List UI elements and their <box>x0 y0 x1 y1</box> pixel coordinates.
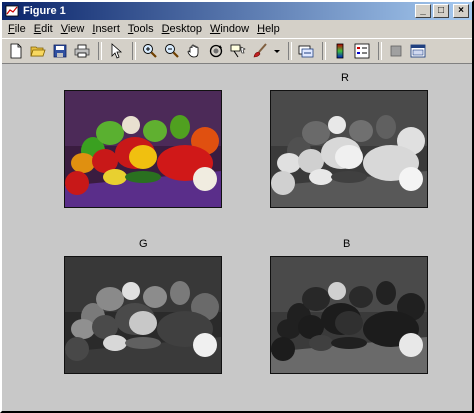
legend-button[interactable] <box>352 41 372 61</box>
select-arrow-icon <box>111 43 123 59</box>
menu-file[interactable]: File <box>4 23 30 35</box>
peppers-rgb-image <box>65 91 221 207</box>
data-cursor-button[interactable] <box>228 41 248 61</box>
menu-window[interactable]: Window <box>206 23 253 35</box>
brush-dropdown-button[interactable] <box>272 41 282 61</box>
print-button[interactable] <box>72 41 92 61</box>
toolbar-separator <box>378 42 382 60</box>
close-button[interactable]: × <box>453 4 469 18</box>
toolbar-separator <box>288 42 292 60</box>
menu-help[interactable]: Help <box>253 23 284 35</box>
save-icon <box>53 44 67 58</box>
menu-insert[interactable]: Insert <box>88 23 124 35</box>
subplot-rgb-image[interactable] <box>64 90 222 208</box>
subplot-b-title: B <box>343 238 351 250</box>
figure-toolbar <box>2 38 472 64</box>
figure-canvas[interactable]: R G B <box>2 64 472 411</box>
new-figure-icon <box>10 43 22 59</box>
save-button[interactable] <box>50 41 70 61</box>
minimize-button[interactable]: _ <box>415 4 431 18</box>
link-plot-button[interactable] <box>296 41 316 61</box>
colorbar-button[interactable] <box>330 41 350 61</box>
colorbar-icon <box>336 43 344 59</box>
title-bar[interactable]: Figure 1 _ □ × <box>2 2 472 20</box>
zoom-out-icon <box>165 44 179 58</box>
hide-plot-tools-button[interactable] <box>386 41 406 61</box>
pan-button[interactable] <box>184 41 204 61</box>
subplot-r-image[interactable] <box>270 90 428 208</box>
menu-edit[interactable]: Edit <box>30 23 57 35</box>
matlab-figure-icon <box>5 5 19 17</box>
print-icon <box>74 44 90 58</box>
brush-dropdown-icon <box>274 50 280 53</box>
show-plot-tools-button[interactable] <box>408 41 428 61</box>
minimize-icon: _ <box>420 5 426 16</box>
subplot-r-title: R <box>341 72 349 84</box>
open-file-icon <box>30 46 46 57</box>
hide-plot-tools-icon <box>390 45 402 57</box>
toolbar-separator <box>322 42 326 60</box>
zoom-in-button[interactable] <box>140 41 160 61</box>
zoom-out-button[interactable] <box>162 41 182 61</box>
menu-tools[interactable]: Tools <box>124 23 158 35</box>
peppers-blue-channel-image <box>271 257 427 373</box>
subplot-g-title: G <box>139 238 148 250</box>
select-arrow-button[interactable] <box>106 41 126 61</box>
brush-icon <box>253 43 267 58</box>
menu-bar: File Edit View Insert Tools Desktop Wind… <box>2 20 472 38</box>
menu-view[interactable]: View <box>57 23 89 35</box>
maximize-icon: □ <box>437 5 445 16</box>
peppers-red-channel-image <box>271 91 427 207</box>
subplot-g-image[interactable] <box>64 256 222 374</box>
data-cursor-icon <box>230 44 246 58</box>
zoom-in-icon <box>143 44 157 58</box>
figure-window: Figure 1 _ □ × File Edit View Insert Too… <box>0 0 474 413</box>
new-figure-button[interactable] <box>6 41 26 61</box>
close-icon: × <box>458 5 464 16</box>
rotate-3d-button[interactable] <box>206 41 226 61</box>
pan-icon <box>187 44 199 58</box>
show-plot-tools-icon <box>410 44 426 58</box>
toolbar-separator <box>98 42 102 60</box>
subplot-b-image[interactable] <box>270 256 428 374</box>
window-title: Figure 1 <box>23 5 66 17</box>
menu-desktop[interactable]: Desktop <box>158 23 206 35</box>
brush-button[interactable] <box>250 41 270 61</box>
rotate-3d-icon <box>209 44 223 58</box>
link-plot-icon <box>298 45 314 58</box>
maximize-button[interactable]: □ <box>433 4 449 18</box>
toolbar-separator <box>132 42 136 60</box>
legend-icon <box>354 43 370 59</box>
peppers-green-channel-image <box>65 257 221 373</box>
open-file-button[interactable] <box>28 41 48 61</box>
